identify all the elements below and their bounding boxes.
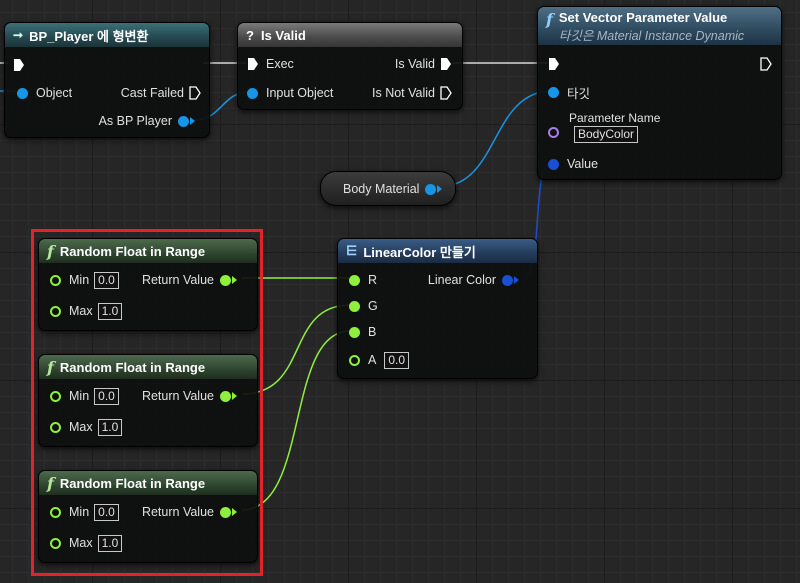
is-not-valid-label: Is Not Valid bbox=[372, 86, 435, 100]
cast-node-header[interactable]: ➞ BP_Player 에 형변환 bbox=[5, 23, 209, 47]
a-value-input[interactable]: 0.0 bbox=[384, 351, 410, 369]
is-valid-title: Is Valid bbox=[260, 27, 306, 43]
target-label: 타깃 bbox=[567, 86, 591, 101]
parameter-name-pin[interactable]: Parameter Name BodyColor bbox=[548, 111, 660, 149]
make-color-title: LinearColor 만들기 bbox=[363, 244, 476, 260]
is-valid-node[interactable]: ? Is Valid Exec Is Valid Input Object Is… bbox=[237, 22, 463, 110]
make-color-header[interactable]: ⋿ LinearColor 만들기 bbox=[338, 239, 537, 263]
exec-pin-icon bbox=[14, 59, 24, 71]
parameter-name-label: Parameter Name bbox=[569, 111, 661, 125]
target-pin[interactable]: 타깃 bbox=[548, 84, 591, 101]
linear-color-label: Linear Color bbox=[427, 273, 496, 287]
make-struct-icon: ⋿ bbox=[346, 243, 358, 258]
exec-label: Exec bbox=[266, 57, 294, 71]
exec-pin-icon bbox=[549, 58, 559, 70]
object-pin-icon bbox=[178, 115, 189, 127]
input-object-label: Input Object bbox=[266, 86, 334, 100]
pin-arrow-icon bbox=[514, 276, 525, 284]
float-pin-icon bbox=[349, 274, 360, 286]
exec-pin-hollow-icon bbox=[440, 86, 452, 100]
struct-pin-icon bbox=[548, 158, 559, 170]
make-linear-color-node[interactable]: ⋿ LinearColor 만들기 R Linear Color G B A 0… bbox=[337, 238, 538, 379]
cast-object-label: Object bbox=[36, 86, 73, 100]
body-material-pin[interactable]: Body Material bbox=[343, 181, 448, 197]
object-pin-icon bbox=[17, 87, 28, 99]
body-material-label: Body Material bbox=[343, 182, 420, 196]
object-pin-icon bbox=[548, 86, 559, 98]
set-vector-header[interactable]: f Set Vector Parameter Value 타깃은 Materia… bbox=[538, 7, 781, 45]
float-pin-icon bbox=[349, 326, 360, 338]
b-pin[interactable]: B bbox=[349, 324, 376, 340]
r-label: R bbox=[368, 273, 378, 287]
set-vector-exec-out[interactable] bbox=[760, 56, 772, 72]
value-pin[interactable]: Value bbox=[548, 156, 598, 172]
cast-as-player-pin[interactable]: As BP Player bbox=[99, 113, 201, 129]
value-label: Value bbox=[567, 157, 599, 171]
a-pin[interactable]: A 0.0 bbox=[349, 351, 410, 369]
cast-node[interactable]: ➞ BP_Player 에 형변환 Object Cast Failed As … bbox=[4, 22, 210, 138]
float-pin-hollow-icon bbox=[349, 354, 360, 366]
is-valid-out-label: Is Valid bbox=[394, 57, 435, 71]
cast-exec-in[interactable] bbox=[13, 57, 25, 73]
function-f-icon: f bbox=[546, 10, 553, 29]
body-material-node[interactable]: Body Material bbox=[320, 171, 456, 206]
b-label: B bbox=[368, 325, 377, 339]
input-object-pin[interactable]: Input Object bbox=[247, 85, 333, 101]
name-pin-icon bbox=[548, 127, 559, 138]
cast-node-title: BP_Player 에 형변환 bbox=[29, 28, 149, 44]
is-valid-exec-in[interactable]: Exec bbox=[247, 56, 294, 72]
set-vector-subtitle: 타깃은 Material Instance Dynamic bbox=[558, 29, 745, 43]
parameter-name-input[interactable]: BodyColor bbox=[574, 126, 639, 143]
object-pin-icon bbox=[425, 183, 437, 195]
question-icon: ? bbox=[246, 27, 254, 43]
a-label: A bbox=[368, 353, 377, 367]
cast-failed-label: Cast Failed bbox=[120, 86, 184, 100]
exec-pin-hollow-icon bbox=[760, 57, 772, 71]
set-vector-param-node[interactable]: f Set Vector Parameter Value 타깃은 Materia… bbox=[537, 6, 782, 180]
g-pin[interactable]: G bbox=[349, 298, 378, 314]
cast-failed-pin[interactable]: Cast Failed bbox=[121, 85, 201, 101]
float-pin-icon bbox=[349, 300, 360, 312]
cast-arrow-icon: ➞ bbox=[13, 28, 24, 42]
struct-pin-icon bbox=[502, 274, 513, 286]
object-pin-icon bbox=[247, 87, 258, 99]
exec-pin-hollow-icon bbox=[189, 86, 201, 100]
set-vector-exec-in[interactable] bbox=[548, 56, 560, 72]
g-label: G bbox=[368, 299, 378, 313]
set-vector-title: Set Vector Parameter Value bbox=[558, 10, 728, 25]
exec-pin-icon bbox=[248, 58, 258, 70]
linear-color-out[interactable]: Linear Color bbox=[428, 272, 525, 288]
pin-arrow-icon bbox=[437, 185, 448, 193]
pin-arrow-icon bbox=[190, 117, 201, 125]
exec-pin-icon bbox=[441, 58, 451, 70]
is-valid-out[interactable]: Is Valid bbox=[395, 56, 452, 72]
cast-object-pin[interactable]: Object bbox=[17, 85, 72, 101]
cast-as-player-label: As BP Player bbox=[98, 114, 172, 128]
is-not-valid-out[interactable]: Is Not Valid bbox=[372, 85, 452, 101]
selection-highlight-box bbox=[31, 229, 263, 576]
is-valid-header[interactable]: ? Is Valid bbox=[238, 23, 462, 47]
r-pin[interactable]: R bbox=[349, 272, 377, 288]
